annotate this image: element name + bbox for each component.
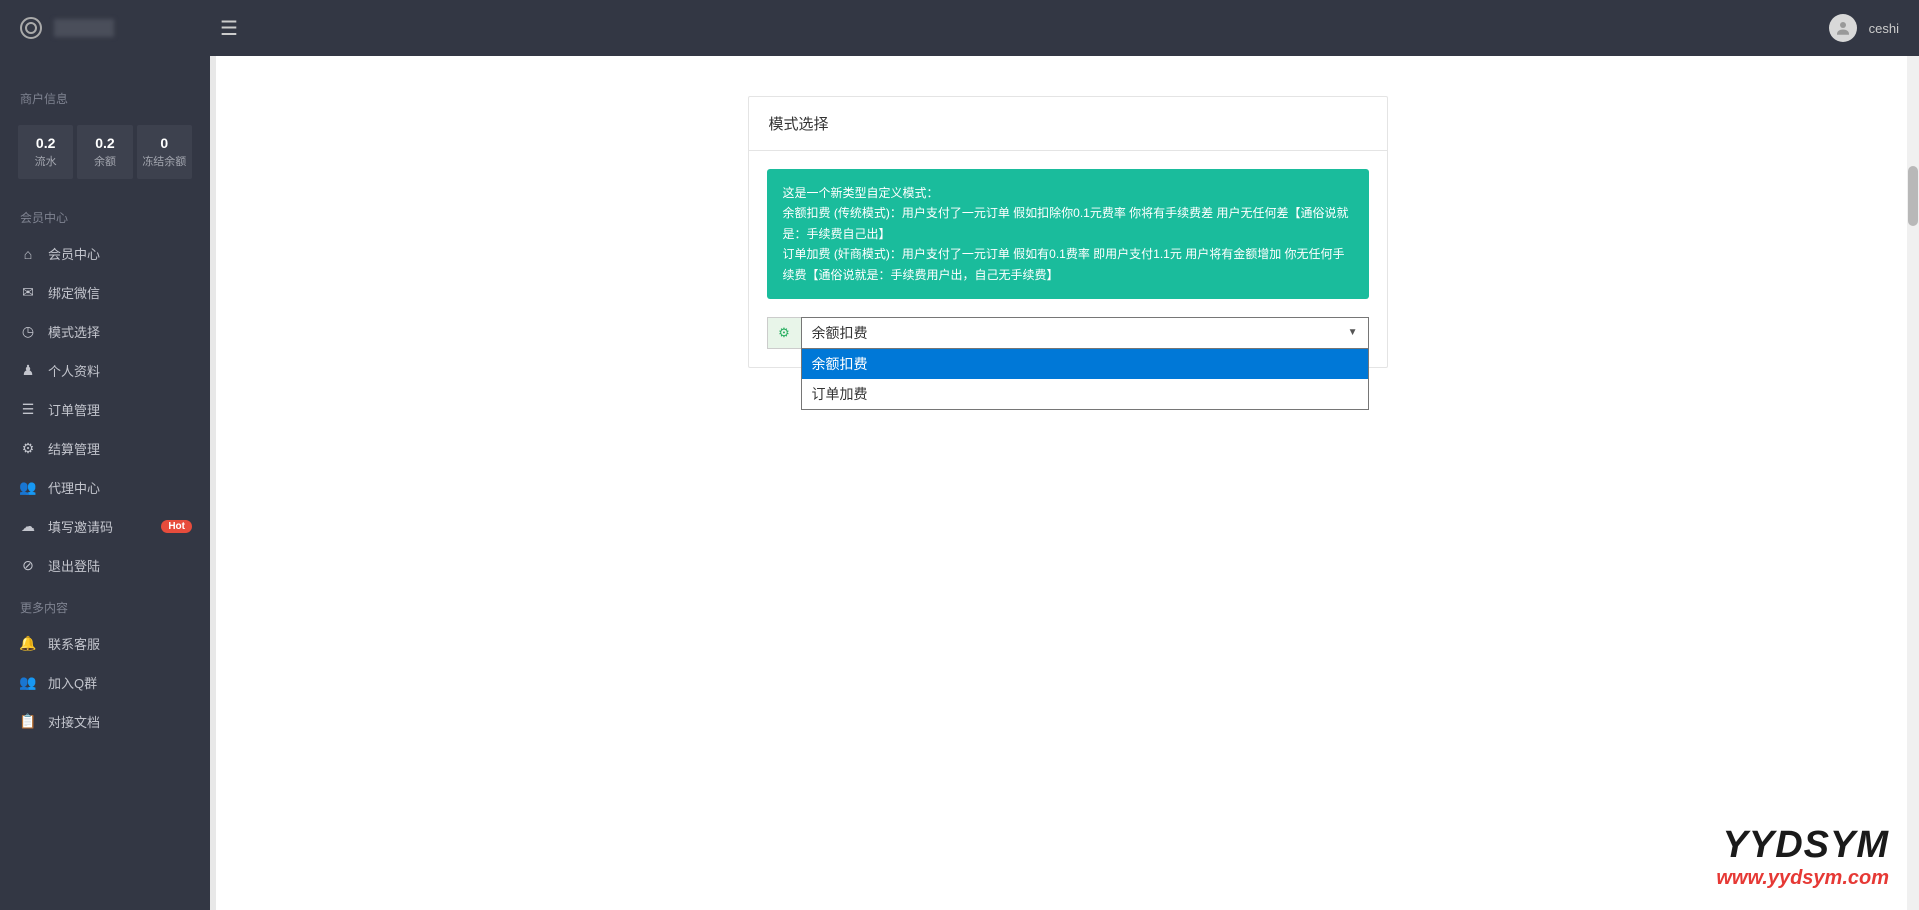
target-icon <box>20 17 42 39</box>
user-name: ceshi <box>1869 21 1899 36</box>
group-icon: 👥 <box>20 674 36 691</box>
chevron-down-icon: ▼ <box>1348 327 1358 338</box>
stat-frozen[interactable]: 0 冻结余额 <box>137 125 192 179</box>
main-content: 模式选择 这是一个新类型自定义模式： 余额扣费 (传统模式)：用户支付了一元订单… <box>210 56 1919 910</box>
nav-support[interactable]: 🔔联系客服 <box>0 624 210 663</box>
option-balance-fee[interactable]: 余额扣费 <box>802 349 1368 379</box>
panel-body: 这是一个新类型自定义模式： 余额扣费 (传统模式)：用户支付了一元订单 假如扣除… <box>749 151 1387 367</box>
scrollbar-thumb[interactable] <box>1908 166 1918 226</box>
select-wrap: 余额扣费 ▼ 余额扣费 订单加费 <box>801 317 1369 349</box>
list-icon: ☰ <box>20 401 36 418</box>
nav-mode-select[interactable]: ◷模式选择 <box>0 312 210 351</box>
sidebar: 商户信息 0.2 流水 0.2 余额 0 冻结余额 会员中心 ⌂会员中心 ✉绑定… <box>0 56 210 910</box>
mode-select[interactable]: 余额扣费 ▼ <box>801 317 1369 349</box>
select-value: 余额扣费 <box>812 323 868 343</box>
nav-invite-code[interactable]: ☁填写邀请码Hot <box>0 507 210 546</box>
stat-flow[interactable]: 0.2 流水 <box>18 125 73 179</box>
nav-logout[interactable]: ⊘退出登陆 <box>0 546 210 585</box>
bell-icon: 🔔 <box>20 635 36 652</box>
home-icon: ⌂ <box>20 246 36 262</box>
nav-member-center[interactable]: ⌂会员中心 <box>0 234 210 273</box>
wechat-icon: ✉ <box>20 284 36 301</box>
paste-icon: 📋 <box>20 713 36 730</box>
nav-settlement[interactable]: ⚙结算管理 <box>0 429 210 468</box>
mode-dropdown: 余额扣费 订单加费 <box>801 349 1369 410</box>
stat-balance[interactable]: 0.2 余额 <box>77 125 132 179</box>
nav-agent[interactable]: 👥代理中心 <box>0 468 210 507</box>
ban-icon: ⊘ <box>20 557 36 574</box>
nav-qgroup[interactable]: 👥加入Q群 <box>0 663 210 702</box>
top-header: ☰ ceshi <box>0 0 1919 56</box>
menu-toggle-icon[interactable]: ☰ <box>220 16 238 41</box>
user-icon: ♟ <box>20 362 36 379</box>
nav-profile[interactable]: ♟个人资料 <box>0 351 210 390</box>
logo-text <box>54 19 114 37</box>
section-member: 会员中心 <box>0 201 210 234</box>
select-row: ⚙ 余额扣费 ▼ 余额扣费 订单加费 <box>767 317 1369 349</box>
stat-boxes: 0.2 流水 0.2 余额 0 冻结余额 <box>0 115 210 195</box>
info-alert: 这是一个新类型自定义模式： 余额扣费 (传统模式)：用户支付了一元订单 假如扣除… <box>767 169 1369 299</box>
panel-title: 模式选择 <box>749 97 1387 151</box>
mode-panel: 模式选择 这是一个新类型自定义模式： 余额扣费 (传统模式)：用户支付了一元订单… <box>748 96 1388 368</box>
logo-area <box>20 17 210 39</box>
nav-bind-wechat[interactable]: ✉绑定微信 <box>0 273 210 312</box>
gear-icon: ⚙ <box>767 317 801 349</box>
nav-docs[interactable]: 📋对接文档 <box>0 702 210 741</box>
cogs-icon: ⚙ <box>20 440 36 457</box>
nav-orders[interactable]: ☰订单管理 <box>0 390 210 429</box>
avatar <box>1829 14 1857 42</box>
user-area[interactable]: ceshi <box>1829 14 1899 42</box>
hot-badge: Hot <box>161 520 192 533</box>
section-more: 更多内容 <box>0 591 210 624</box>
clock-icon: ◷ <box>20 323 36 340</box>
users-icon: 👥 <box>20 479 36 496</box>
option-order-fee[interactable]: 订单加费 <box>802 379 1368 409</box>
scrollbar[interactable] <box>1907 56 1919 910</box>
cloud-icon: ☁ <box>20 518 36 535</box>
section-merchant: 商户信息 <box>0 82 210 115</box>
